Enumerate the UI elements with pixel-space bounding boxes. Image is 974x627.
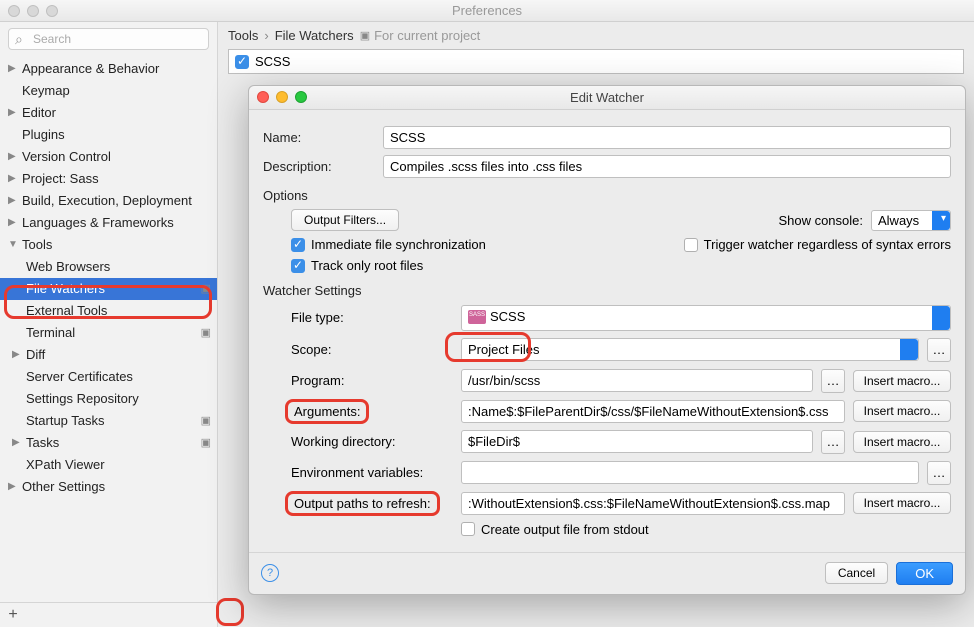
project-flag-icon: ▣ [201,324,211,342]
program-field[interactable] [461,369,813,392]
name-label: Name: [263,130,373,145]
options-section: Options [263,188,951,203]
project-flag-icon: ▣ [201,412,211,430]
output-filters-button[interactable]: Output Filters... [291,209,399,231]
track-root-label: Track only root files [311,258,423,273]
output-paths-macro-button[interactable]: Insert macro... [853,492,951,514]
help-icon[interactable]: ? [261,564,279,582]
tree-web-browsers[interactable]: Web Browsers [0,256,217,278]
max-dot[interactable] [46,5,58,17]
dialog-close-icon[interactable] [257,91,269,103]
tree-external-tools[interactable]: External Tools [0,300,217,322]
settings-tree: ▶Appearance & Behavior Keymap ▶Editor Pl… [0,56,217,602]
env-label: Environment variables: [291,465,453,480]
arguments-macro-button[interactable]: Insert macro... [853,400,951,422]
create-output-label: Create output file from stdout [481,522,649,537]
scope-select[interactable]: Project Files [461,338,919,361]
tree-keymap[interactable]: Keymap [0,80,217,102]
env-field[interactable] [461,461,919,484]
sass-icon [468,310,486,324]
tree-tools[interactable]: ▼Tools [0,234,217,256]
program-label: Program: [291,373,453,388]
watcher-enabled-checkbox[interactable] [235,55,249,69]
tree-tasks[interactable]: ▶Tasks▣ [0,432,217,454]
watermark: http://blog.csdn [799,599,934,615]
dialog-footer: ? Cancel OK [249,552,965,594]
desc-label: Description: [263,159,373,174]
tree-appearance[interactable]: ▶Appearance & Behavior [0,58,217,80]
watcher-list-item[interactable]: SCSS [255,54,290,69]
dialog-title: Edit Watcher [570,90,644,105]
breadcrumb: Tools › File Watchers ▣For current proje… [218,22,974,49]
workdir-label: Working directory: [291,434,453,449]
watcher-list[interactable]: SCSS [228,49,964,74]
workdir-browse-button[interactable]: … [821,430,845,454]
output-paths-field[interactable] [461,492,845,515]
trigger-regardless-label: Trigger watcher regardless of syntax err… [704,237,951,252]
arguments-field[interactable] [461,400,845,423]
file-type-label: File type: [291,310,453,325]
window-title: Preferences [452,3,522,18]
tree-editor[interactable]: ▶Editor [0,102,217,124]
tree-file-watchers[interactable]: File Watchers▣ [0,278,217,300]
tree-lang[interactable]: ▶Languages & Frameworks [0,212,217,234]
desc-field[interactable] [383,155,951,178]
edit-watcher-dialog: Edit Watcher Name: Description: Options … [248,85,966,595]
watcher-settings-section: Watcher Settings [263,283,951,298]
preferences-sidebar: Search ▶Appearance & Behavior Keymap ▶Ed… [0,22,218,627]
cancel-button[interactable]: Cancel [825,562,888,584]
dialog-max-icon[interactable] [295,91,307,103]
tree-vcs[interactable]: ▶Version Control [0,146,217,168]
output-paths-label: Output paths to refresh: [291,496,453,511]
dialog-min-icon[interactable] [276,91,288,103]
trigger-regardless-checkbox[interactable] [684,238,698,252]
show-console-label: Show console: [778,213,863,228]
immediate-sync-label: Immediate file synchronization [311,237,486,252]
tree-xpath[interactable]: XPath Viewer [0,454,217,476]
immediate-sync-checkbox[interactable] [291,238,305,252]
tree-server-certs[interactable]: Server Certificates [0,366,217,388]
workdir-field[interactable] [461,430,813,453]
tree-other[interactable]: ▶Other Settings [0,476,217,498]
env-browse-button[interactable]: … [927,461,951,485]
search-input[interactable]: Search [8,28,209,50]
tree-project[interactable]: ▶Project: Sass [0,168,217,190]
window-traffic-lights [8,5,58,17]
create-output-checkbox[interactable] [461,522,475,536]
file-type-select[interactable]: SCSS [461,305,951,331]
program-macro-button[interactable]: Insert macro... [853,370,951,392]
tree-startup-tasks[interactable]: Startup Tasks▣ [0,410,217,432]
tree-settings-repo[interactable]: Settings Repository [0,388,217,410]
tree-diff[interactable]: ▶Diff [0,344,217,366]
breadcrumb-sep: › [264,28,268,43]
track-root-checkbox[interactable] [291,259,305,273]
project-flag-icon: ▣ [201,280,211,298]
project-flag-icon: ▣ [201,434,211,452]
tree-plugins[interactable]: Plugins [0,124,217,146]
tree-terminal[interactable]: Terminal▣ [0,322,217,344]
breadcrumb-tools[interactable]: Tools [228,28,258,43]
breadcrumb-fw[interactable]: File Watchers [275,28,354,43]
program-browse-button[interactable]: … [821,369,845,393]
show-console-select[interactable]: Always [871,210,951,231]
name-field[interactable] [383,126,951,149]
min-dot[interactable] [27,5,39,17]
close-dot[interactable] [8,5,20,17]
scope-label: Scope: [291,342,453,357]
scope-browse-button[interactable]: … [927,338,951,362]
project-flag-icon: ▣ [360,29,370,42]
workdir-macro-button[interactable]: Insert macro... [853,431,951,453]
window-titlebar: Preferences [0,0,974,22]
add-button[interactable]: + [0,603,26,627]
breadcrumb-note: ▣For current project [360,28,481,43]
tree-build[interactable]: ▶Build, Execution, Deployment [0,190,217,212]
ok-button[interactable]: OK [896,562,953,585]
dialog-titlebar: Edit Watcher [249,86,965,110]
arguments-label: Arguments: [291,404,453,419]
